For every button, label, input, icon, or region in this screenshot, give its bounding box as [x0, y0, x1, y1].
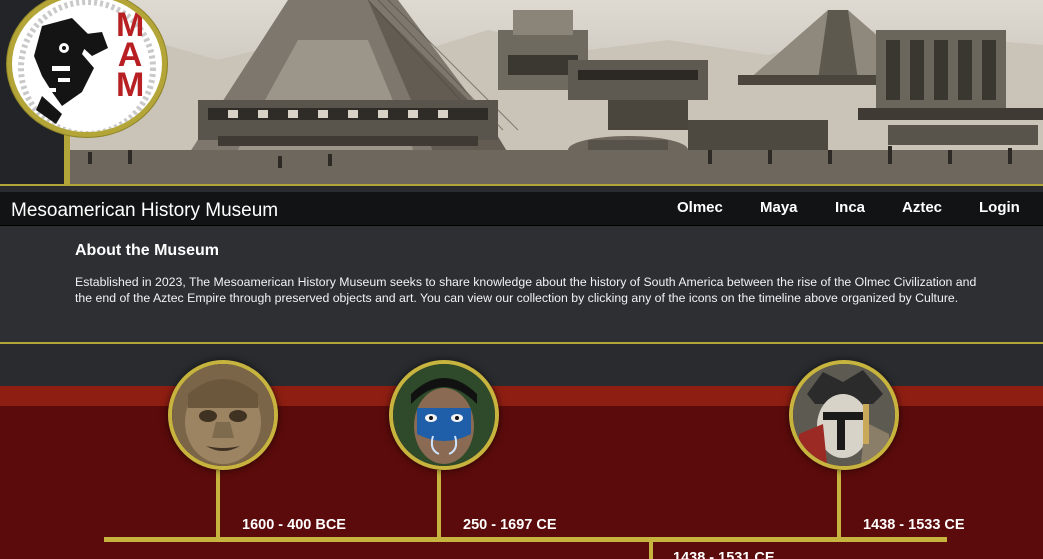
nav-link-olmec[interactable]: Olmec	[677, 192, 723, 216]
about-section: About the Museum Established in 2023, Th…	[0, 226, 1043, 344]
timeline-node-aztec[interactable]	[789, 360, 899, 470]
logo-monogram: M A M	[116, 8, 145, 104]
timeline-date-aztec: 1438 - 1533 CE	[863, 517, 965, 533]
site-title[interactable]: Mesoamerican History Museum	[11, 200, 278, 222]
logo-letter-m2: M	[116, 66, 145, 104]
nav-link-aztec[interactable]: Aztec	[902, 192, 942, 216]
timeline-stem-maya	[437, 470, 441, 540]
timeline-date-maya: 250 - 1697 CE	[463, 517, 557, 533]
timeline-stem-aztec	[837, 470, 841, 540]
timeline-node-olmec[interactable]	[168, 360, 278, 470]
timeline-date-olmec: 1600 - 400 BCE	[242, 517, 346, 533]
nav-link-login[interactable]: Login	[979, 192, 1020, 216]
hero-banner: M A M	[0, 0, 1043, 186]
about-body: Established in 2023, The Mesoamerican Hi…	[75, 275, 977, 305]
timeline-stem-olmec	[216, 470, 220, 540]
hero-divider	[0, 184, 1043, 186]
main-navigation: Mesoamerican History Museum Olmec Maya I…	[0, 192, 1043, 226]
nav-link-inca[interactable]: Inca	[835, 192, 865, 216]
timeline-date-partial: 1438 - 1531 CE	[673, 550, 775, 559]
timeline-node-maya[interactable]	[389, 360, 499, 470]
timeline-stem-inca	[649, 540, 653, 559]
timeline-axis	[104, 537, 947, 542]
about-title: About the Museum	[75, 242, 219, 259]
nav-link-maya[interactable]: Maya	[760, 192, 798, 216]
museum-logo[interactable]: M A M	[7, 0, 167, 137]
hero-illustration	[68, 0, 1043, 186]
